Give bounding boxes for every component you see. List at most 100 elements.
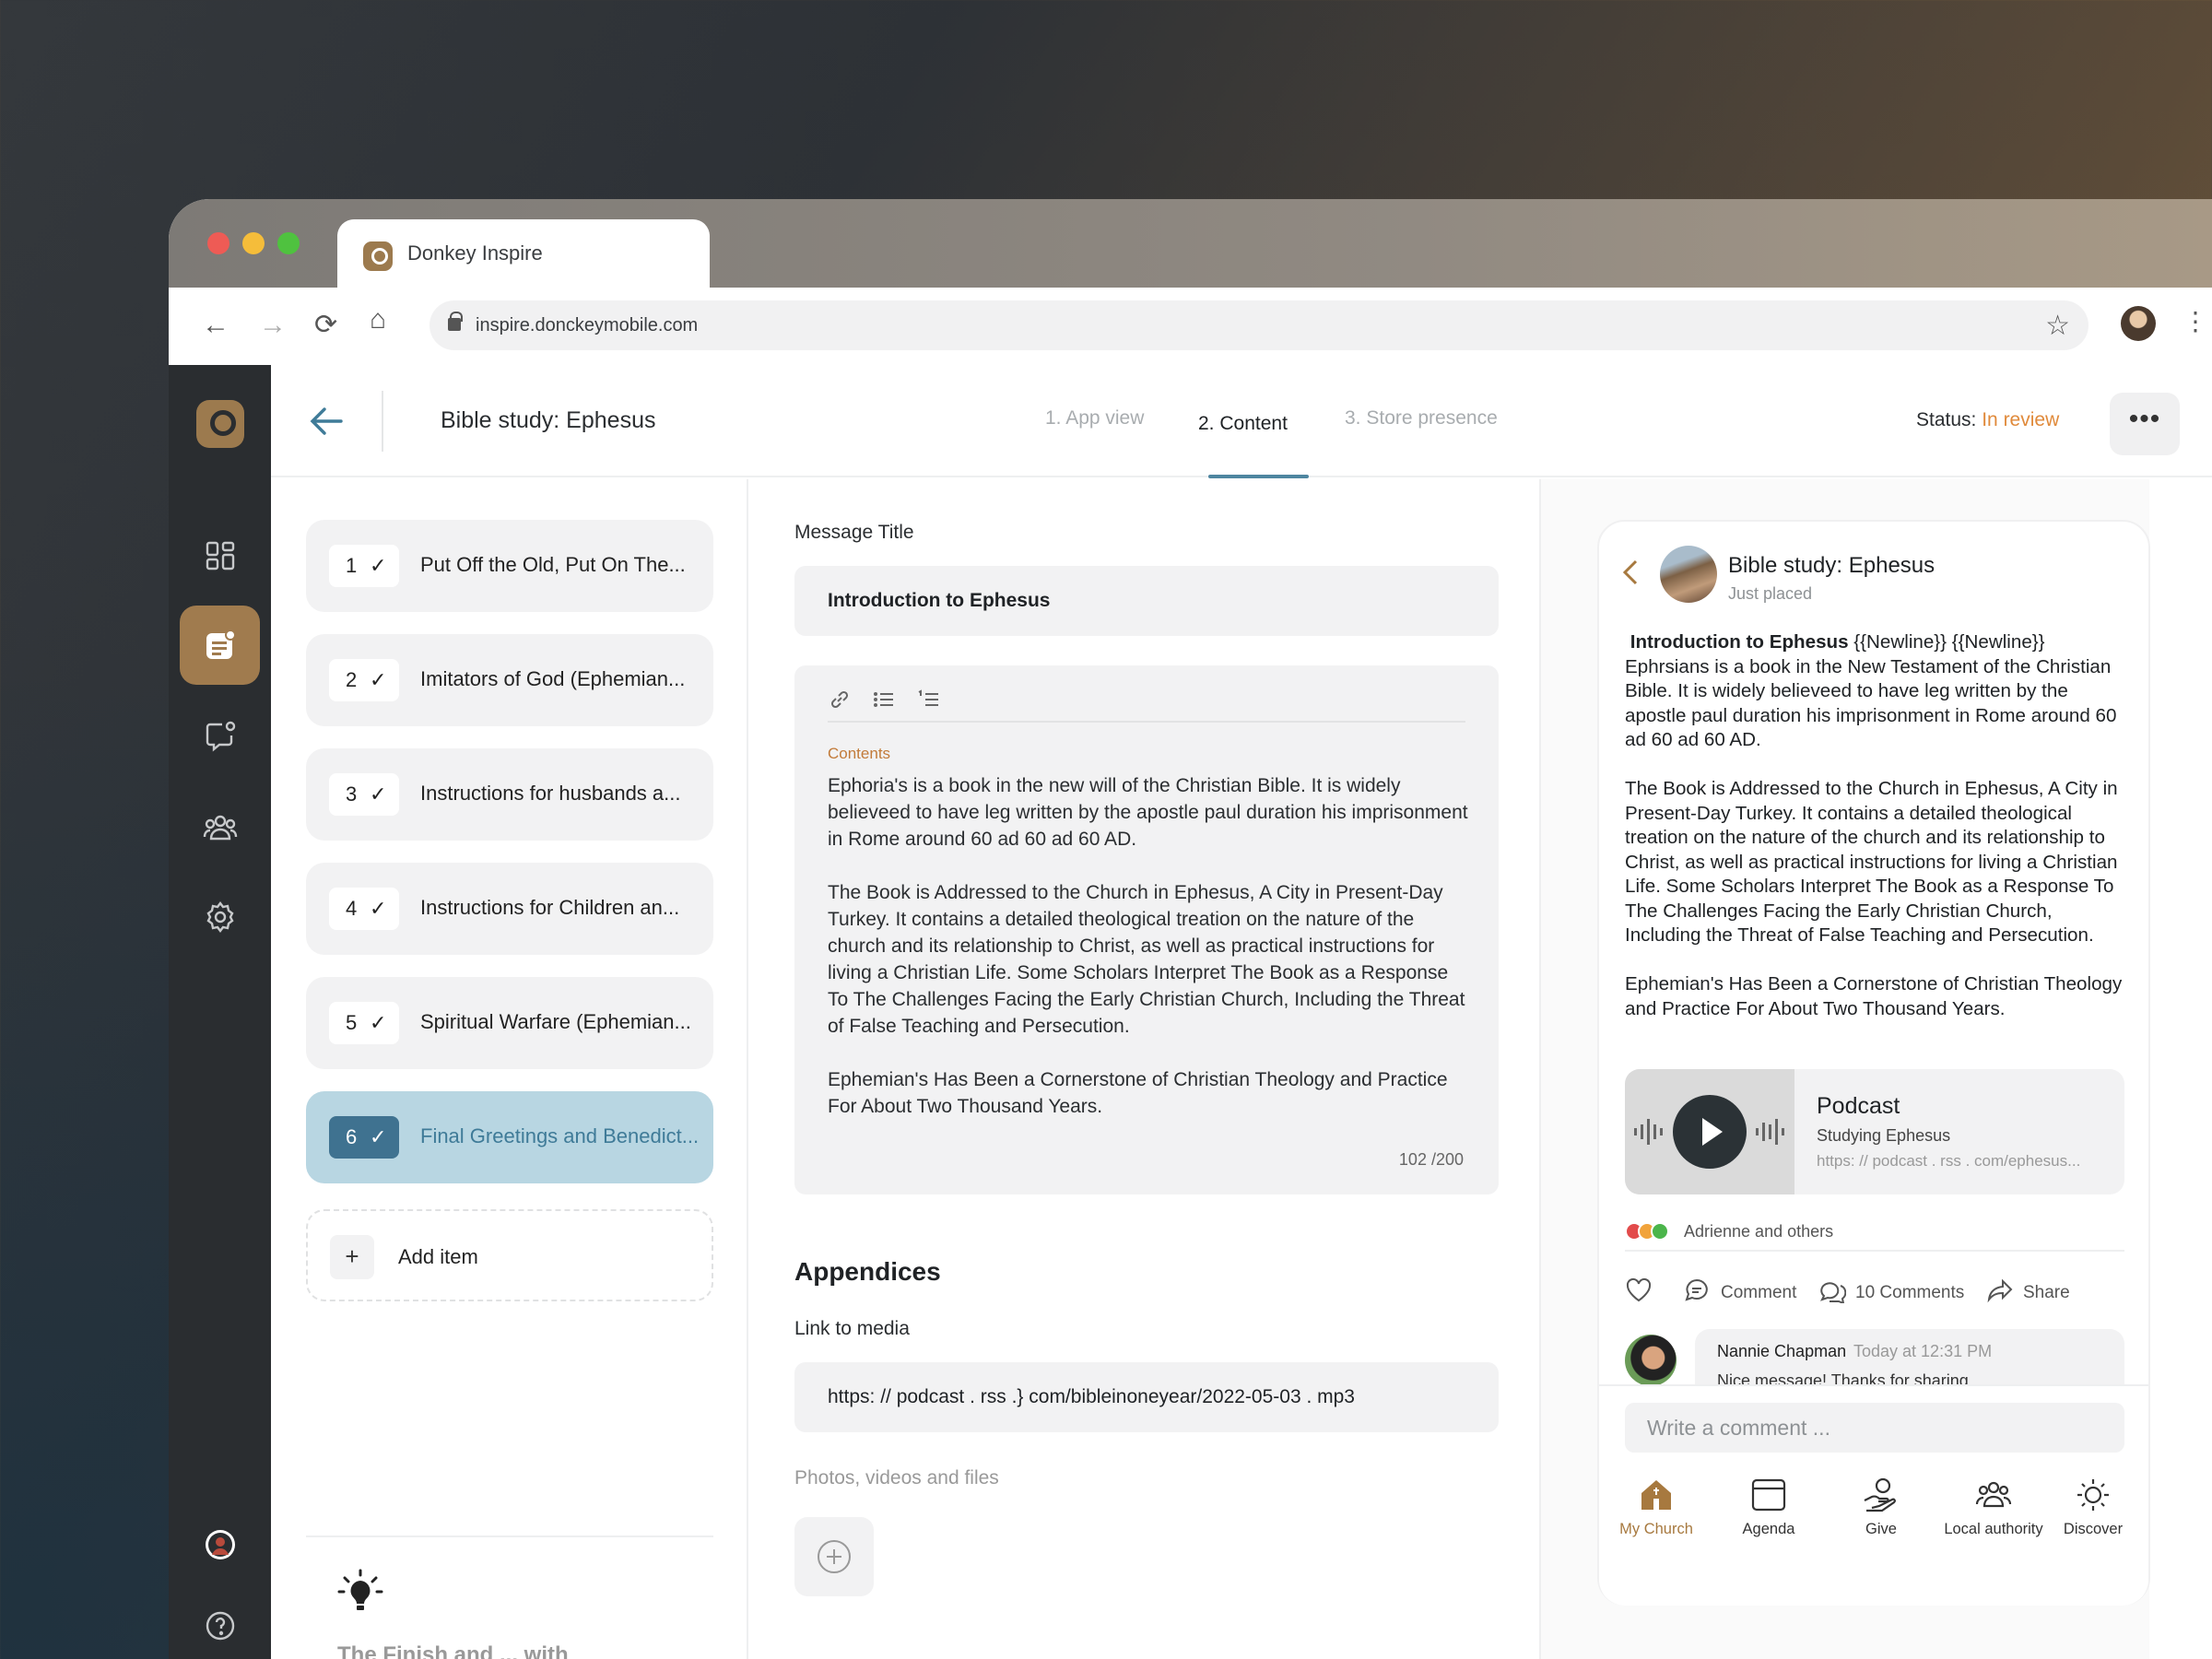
list-item[interactable]: 4 ✓ Instructions for Children an... [306,863,713,955]
nav-discover[interactable]: Discover [2038,1477,2148,1538]
message-title-input[interactable]: Introduction to Ephesus [794,566,1499,636]
contents-editor[interactable]: Contents Ephoria's is a book in the new … [794,665,1499,1194]
nav-label: Discover [2063,1521,2124,1537]
back-arrow-icon[interactable] [308,402,347,445]
give-icon [1864,1477,1896,1512]
item-number: 5 ✓ [329,1002,399,1044]
appendices-heading: Appendices [794,1257,941,1286]
reload-icon[interactable]: ⟳ [314,312,337,339]
photos-label: Photos, videos and files [794,1467,999,1488]
forward-nav-icon[interactable]: → [259,312,287,339]
share-button[interactable]: Share [2023,1283,2070,1303]
tab-app-view[interactable]: 1. App view [1045,407,1144,429]
settings-icon[interactable] [180,877,260,957]
media-link-value: https: // podcast . rss .} com/bibleinon… [828,1386,1355,1407]
add-media-button[interactable] [794,1517,874,1596]
dashboard-icon[interactable] [180,516,260,595]
nav-give[interactable]: Give [1826,1477,1936,1538]
tip-text: The Finish and ... with [337,1642,569,1659]
podcast-heading: Podcast [1817,1093,1900,1119]
list-item[interactable]: 5 ✓ Spiritual Warfare (Ephemian... [306,977,713,1069]
chevron-left-icon[interactable] [1621,559,1640,591]
pray-reaction-icon [1651,1222,1669,1241]
comments-count[interactable]: 10 Comments [1855,1283,1964,1303]
more-options-button[interactable]: ••• [2110,393,2180,455]
user-avatar-icon[interactable] [180,1517,260,1572]
tab-content[interactable]: 2. Content [1198,413,1288,435]
like-heart-icon[interactable] [1625,1277,1653,1303]
media-link-input[interactable]: https: // podcast . rss .} com/bibleinon… [794,1362,1499,1432]
bullet-list-icon[interactable] [872,688,896,712]
bookmark-star-icon[interactable]: ☆ [2045,310,2070,342]
comment-bubble: Nannie Chapman Today at 12:31 PM Nice me… [1695,1329,2124,1384]
post-body: Introduction to Ephesus {{Newline}} {{Ne… [1625,630,2123,1046]
divider [306,1535,713,1537]
character-count: 102 /200 [1398,1150,1464,1169]
message-title-label: Message Title [794,522,914,543]
post-intro-bold: Introduction to Ephesus [1630,631,1849,653]
contents-text[interactable]: Ephoria's is a book in the new will of t… [828,772,1473,1147]
church-icon [1641,1480,1671,1510]
url-field[interactable]: inspire.donckeymobile.com ☆ [429,300,2088,350]
numbered-list-icon[interactable] [916,688,940,712]
status-indicator: Status: In review [1916,409,2059,431]
calendar-icon [1751,1478,1786,1512]
app-logo-icon[interactable] [196,400,244,448]
list-item[interactable]: 1 ✓ Put Off the Old, Put On The... [306,520,713,612]
item-number: 6 ✓ [329,1116,399,1159]
item-label: Imitators of God (Ephemian... [420,667,686,690]
podcast-card[interactable]: Podcast Studying Ephesus https: // podca… [1625,1069,2124,1194]
messages-icon[interactable] [180,697,260,776]
link-icon[interactable] [828,688,852,712]
sun-icon [2077,1479,2109,1511]
post-avatar [1660,546,1717,603]
waveform-icon [1634,1119,1663,1145]
minimize-window-button[interactable] [242,232,265,254]
browser-menu-icon[interactable]: ⋮ [2183,306,2208,336]
waveform-icon [1756,1119,1784,1145]
content-icon[interactable] [180,606,260,685]
tab-store-presence[interactable]: 3. Store presence [1345,407,1498,429]
status-label: Status: [1916,409,1977,430]
back-nav-icon[interactable]: ← [202,312,229,339]
nav-local-authority[interactable]: Local authority [1938,1477,2049,1538]
content-editor-panel: Message Title Introduction to Ephesus Co… [748,479,1541,1659]
help-icon[interactable] [180,1598,260,1653]
list-item[interactable]: 3 ✓ Instructions for husbands a... [306,748,713,841]
nav-label: Give [1865,1521,1897,1537]
post-title: Bible study: Ephesus [1728,553,1936,578]
comment-text: Nice message! Thanks for sharing [1717,1371,1969,1384]
active-tab-underline [1208,475,1309,478]
comment-time: Today at 12:31 PM [1853,1342,1993,1360]
profile-avatar[interactable] [2121,306,2156,341]
comment-button[interactable]: Comment [1721,1283,1796,1303]
app-area: Bible study: Ephesus 1. App view 2. Cont… [169,365,2212,1659]
phone-footer: Write a comment ... My Church Agenda Giv… [1599,1384,2148,1606]
item-number: 4 ✓ [329,888,399,930]
list-item-selected[interactable]: 6 ✓ Final Greetings and Benedict... [306,1091,713,1183]
check-icon: ✓ [370,1125,387,1148]
item-number: 2 ✓ [329,659,399,701]
browser-window: Donkey Inspire ← → ⟳ ⌂ inspire.donckeymo… [169,199,2212,1659]
nav-label: My Church [1619,1521,1693,1537]
status-value: In review [1982,409,2060,430]
play-button[interactable] [1673,1095,1747,1169]
post-paragraph: Ephemian's Has Been a Cornerstone of Chr… [1625,973,2123,1019]
browser-tab[interactable]: Donkey Inspire [337,219,710,288]
plus-icon: + [330,1235,374,1279]
post-subtitle: Just placed [1728,584,1813,603]
nav-my-church[interactable]: My Church [1601,1477,1712,1538]
comment-icon [1685,1278,1708,1301]
home-icon[interactable]: ⌂ [370,306,386,334]
list-item[interactable]: 2 ✓ Imitators of God (Ephemian... [306,634,713,726]
close-window-button[interactable] [207,232,229,254]
add-item-button[interactable]: + Add item [306,1209,713,1301]
reactions-text[interactable]: Adrienne and others [1684,1222,1833,1241]
link-to-media-label: Link to media [794,1318,910,1339]
comment-input[interactable]: Write a comment ... [1625,1403,2124,1453]
community-icon[interactable] [180,787,260,866]
check-icon: ✓ [370,1011,387,1034]
maximize-window-button[interactable] [277,232,300,254]
podcast-link: https: // podcast . rss . com/ephesus... [1817,1152,2081,1170]
nav-agenda[interactable]: Agenda [1713,1477,1824,1538]
